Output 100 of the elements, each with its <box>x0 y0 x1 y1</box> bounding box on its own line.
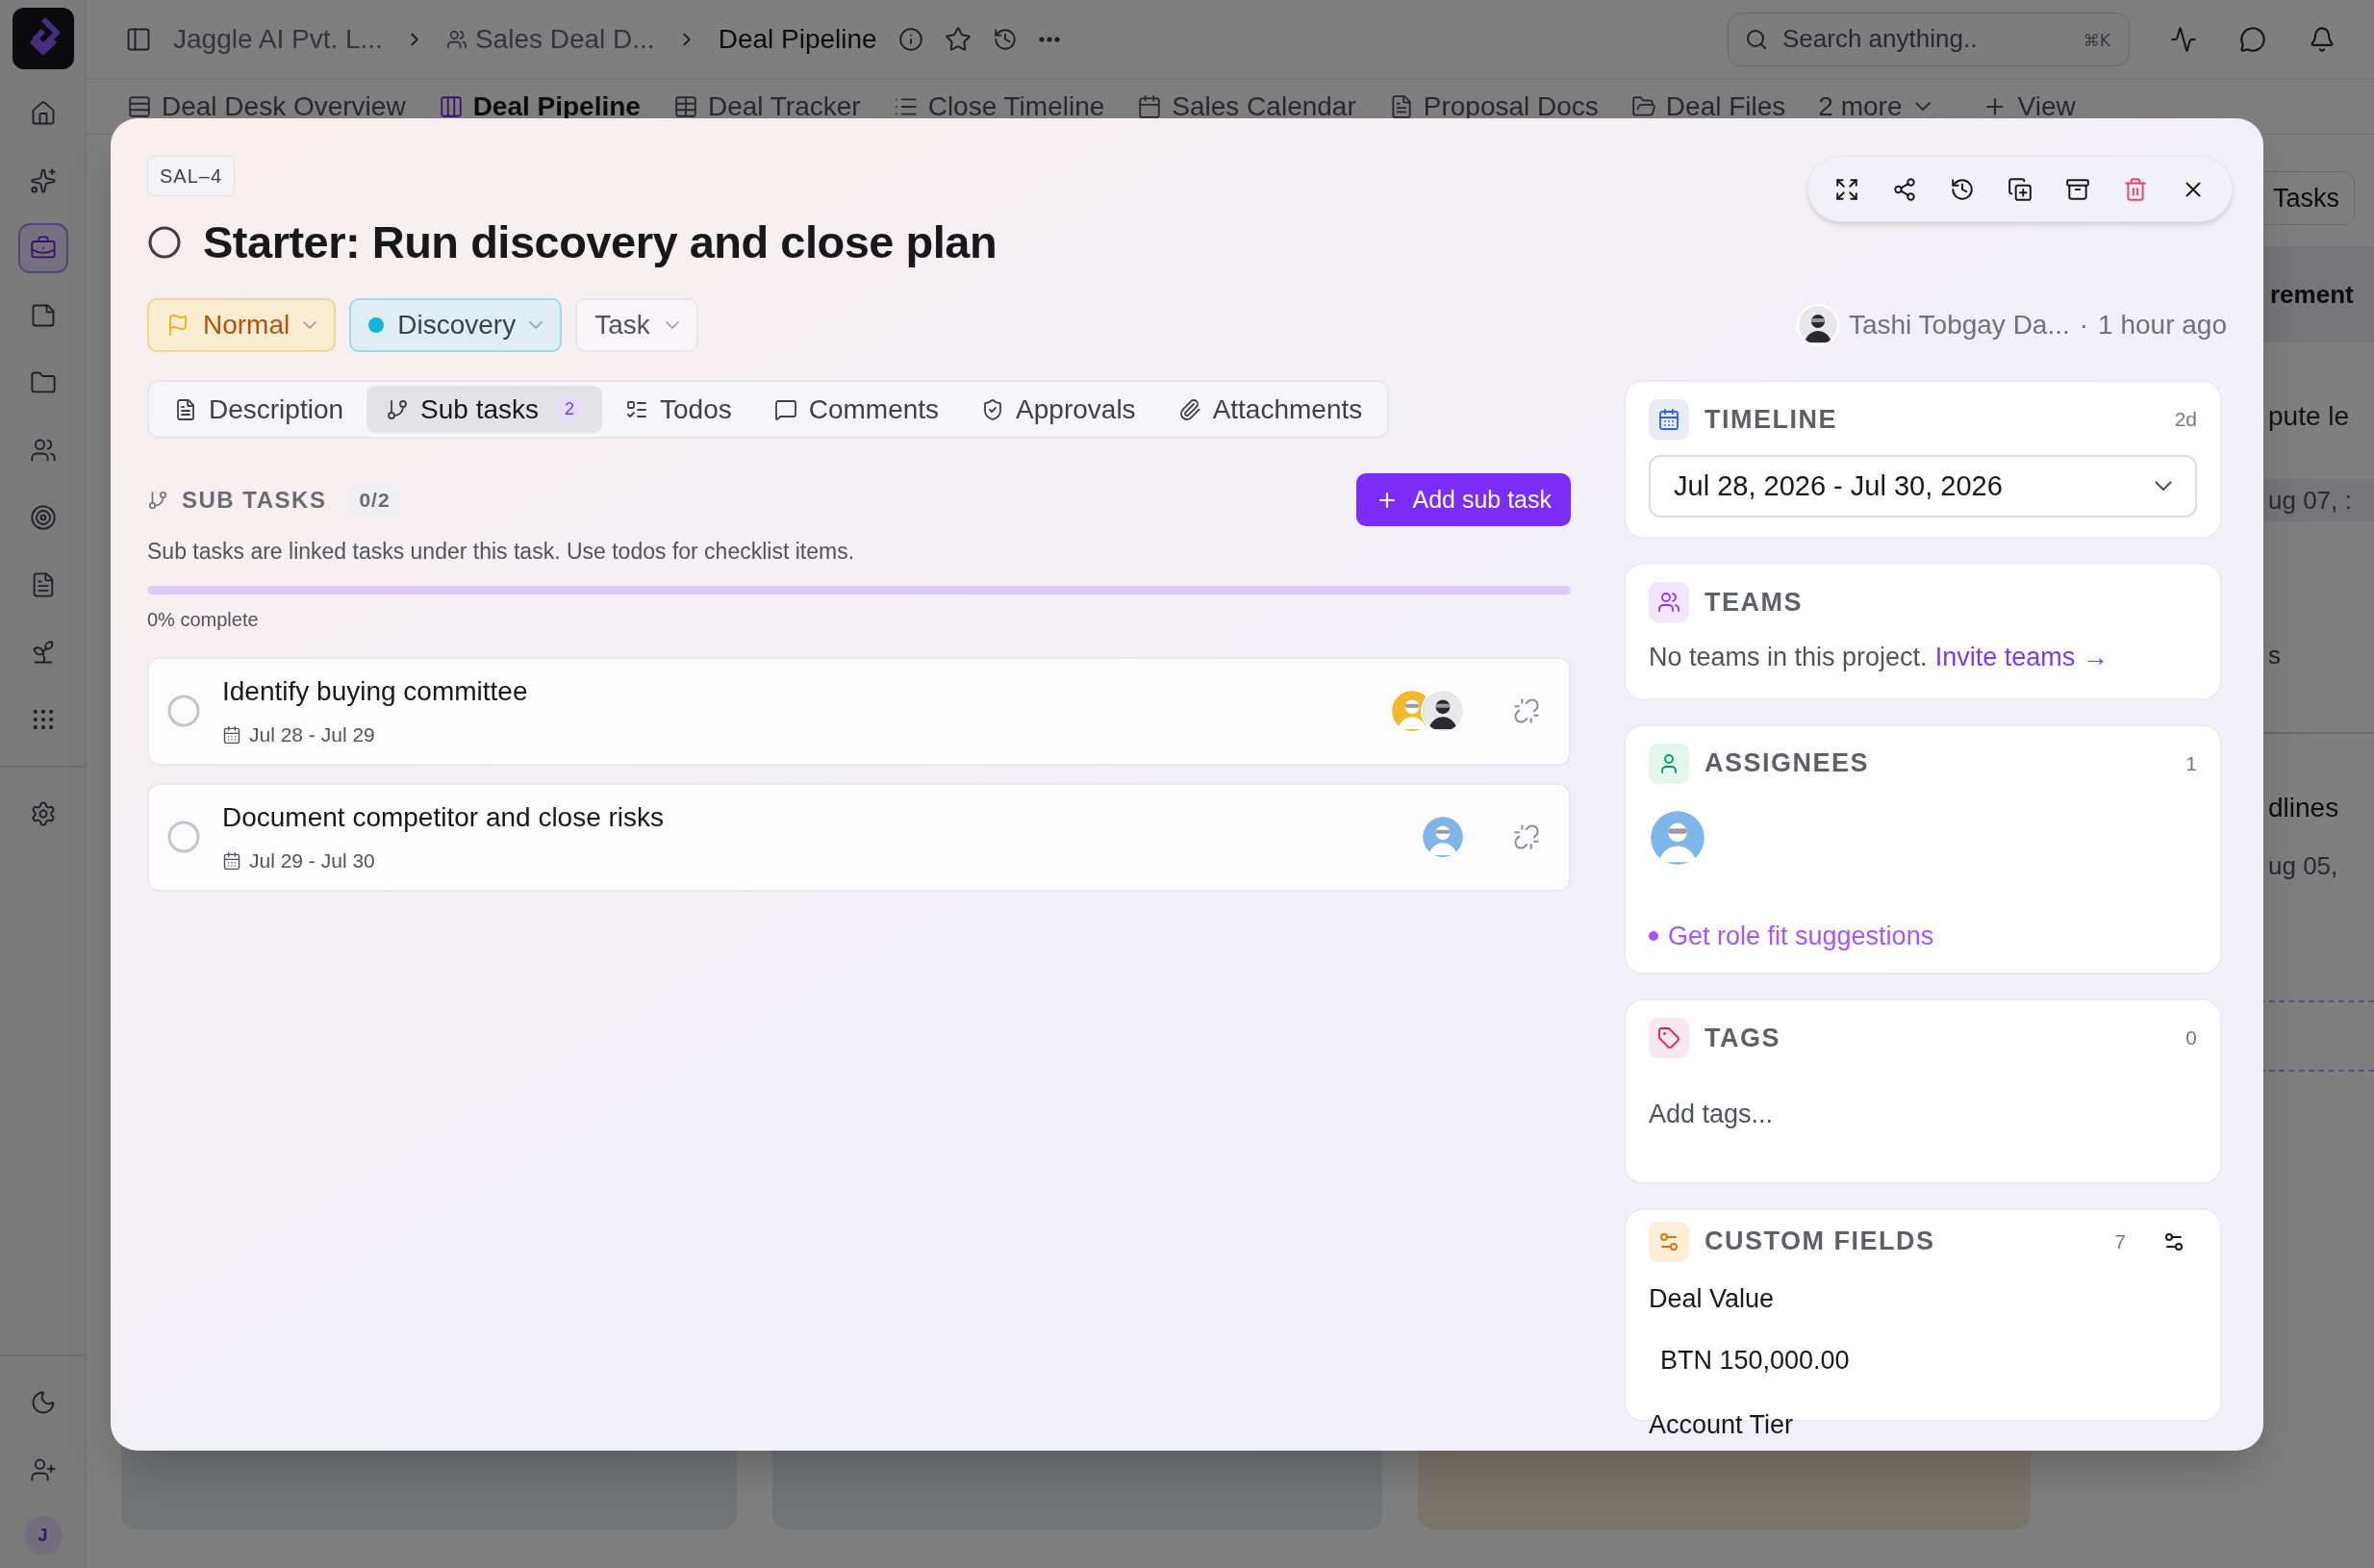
count: 2d <box>2174 407 2197 433</box>
type-select[interactable]: Task <box>575 298 698 352</box>
add-user-icon <box>29 1456 57 1483</box>
card-title: rement <box>2270 278 2354 311</box>
nav-button[interactable] <box>17 223 68 273</box>
sub-task-row[interactable]: Identify buying committee Jul 28 - Jul 29 <box>147 656 1571 766</box>
tab[interactable]: Comments <box>754 386 959 433</box>
bullet-icon <box>1649 930 1658 941</box>
calendar-icon <box>1649 399 1689 440</box>
breadcrumb-link[interactable]: Jaggle AI Pvt. L... <box>173 18 383 60</box>
view-tab[interactable]: Deal Pipeline <box>438 86 641 127</box>
hint-text: Sub tasks are linked tasks under this task. Use todos for checklist items. <box>147 538 856 566</box>
circle-icon[interactable] <box>147 225 182 260</box>
card-title: TEAMS <box>1705 586 1803 619</box>
separator: · <box>2079 309 2089 341</box>
paperclip-icon <box>1177 397 1201 421</box>
tag-icon <box>1649 1018 1689 1058</box>
rows-icon <box>127 93 152 119</box>
user-icon <box>1649 743 1689 784</box>
columns-icon <box>438 93 464 119</box>
date-range: Jul 28 - Jul 29 <box>249 722 375 748</box>
chevron-down-icon <box>1915 101 1932 112</box>
more-views-button[interactable]: 2 more <box>1818 86 1932 127</box>
date-range-select[interactable]: Jul 28, 2026 - Jul 30, 2026 <box>1649 455 2197 518</box>
comment-icon <box>773 397 797 421</box>
created-time: 1 hour ago <box>2098 309 2227 341</box>
sub-task-row[interactable]: Document competitor and close risks Jul 29 - Jul 30 <box>147 782 1571 892</box>
add-sub-task-button[interactable]: Add sub task <box>1356 473 1571 526</box>
count: 0 <box>2185 1025 2197 1051</box>
flag-icon <box>166 314 189 337</box>
star-icon <box>944 25 972 53</box>
branch-icon <box>386 397 410 421</box>
unlink-icon <box>1513 697 1540 724</box>
tab[interactable]: Sub tasks 2 <box>366 386 602 433</box>
count-badge: 2 <box>556 395 583 423</box>
tags-field[interactable]: Add tags... <box>1649 1095 2197 1134</box>
tab[interactable]: Approvals <box>962 386 1155 433</box>
view-tab[interactable]: Deal Files <box>1630 86 1786 127</box>
tab[interactable]: Description <box>155 386 364 433</box>
empty-text: No teams in this project. <box>1649 642 1928 673</box>
card-text: s <box>2267 640 2282 671</box>
chat-icon <box>2239 25 2266 53</box>
card-title: ASSIGNEES <box>1705 747 1870 780</box>
sub-task-title: Document competitor and close risks <box>222 801 665 835</box>
more-icon[interactable] <box>1038 36 1060 42</box>
card-title: TIMELINE <box>1705 403 1837 436</box>
folder-icon <box>1630 93 1656 119</box>
unlink-icon <box>1513 823 1540 850</box>
card-title: TAGS <box>1705 1022 1780 1054</box>
breadcrumb-link[interactable]: Deal Pipeline <box>718 18 877 60</box>
sliders-icon <box>1649 1221 1689 1262</box>
field-label: Account Tier <box>1649 1408 1795 1441</box>
bell-icon <box>2309 25 2336 53</box>
shortcut-hint: ⌘K <box>2083 29 2110 52</box>
view-tab[interactable]: Sales Calendar <box>1137 86 1356 127</box>
view-tab[interactable]: Close Timeline <box>893 86 1105 127</box>
calendar-icon <box>222 725 241 745</box>
expand-icon <box>1834 176 1859 202</box>
users-icon <box>1649 582 1689 622</box>
users-icon <box>29 437 57 464</box>
tab[interactable]: Todos <box>606 386 751 433</box>
calendar-icon <box>222 851 241 871</box>
table-icon <box>672 93 698 119</box>
section-title: SUB TASKS <box>182 485 327 515</box>
suggestions-link[interactable]: Get role fit suggestions <box>1649 916 1934 955</box>
task-key: SAL–4 <box>147 156 236 196</box>
date-range: Jul 29 - Jul 30 <box>249 848 375 874</box>
branch-icon <box>147 489 168 511</box>
target-icon <box>29 504 57 531</box>
progress-count: 0/2 <box>349 483 400 517</box>
tab[interactable]: Attachments <box>1158 386 1382 433</box>
add-view-button[interactable]: View <box>1983 86 2076 127</box>
archive-icon <box>2065 176 2090 202</box>
progress-label: 0% complete <box>147 607 260 632</box>
activity-icon <box>2170 25 2197 53</box>
user-avatar[interactable]: J <box>23 1516 63 1555</box>
search-icon <box>1745 27 1768 51</box>
card-title: dlines <box>2267 792 2340 824</box>
chevron-down-icon <box>303 320 317 330</box>
view-tab[interactable]: Deal Tracker <box>672 86 861 127</box>
breadcrumb-link[interactable]: Sales Deal D... <box>445 18 655 60</box>
field-label: Deal Value <box>1649 1282 1776 1315</box>
count: 7 <box>2114 1228 2126 1254</box>
card-text: pute le <box>2267 400 2351 433</box>
status-select[interactable]: Discovery <box>349 298 563 352</box>
priority-select[interactable]: Normal <box>147 298 337 352</box>
logo-icon <box>12 8 74 69</box>
count: 1 <box>2185 750 2197 776</box>
card-date: ug 05, <box>2267 850 2339 882</box>
field-value: BTN 150,000.00 <box>1659 1345 1851 1377</box>
sub-task-title: Identify buying committee <box>222 675 528 709</box>
chevron-down-icon <box>2155 481 2172 492</box>
task-title: Starter: Run discovery and close plan <box>203 215 998 269</box>
view-tab[interactable]: Deal Desk Overview <box>127 86 406 127</box>
users-icon <box>445 28 467 50</box>
view-tab[interactable]: Proposal Docs <box>1388 86 1599 127</box>
share-icon <box>1892 176 1917 202</box>
card-title: CUSTOM FIELDS <box>1705 1226 1935 1258</box>
invite-teams-link[interactable]: Invite teams → <box>1934 638 2109 677</box>
chevron-down-icon <box>665 320 679 330</box>
